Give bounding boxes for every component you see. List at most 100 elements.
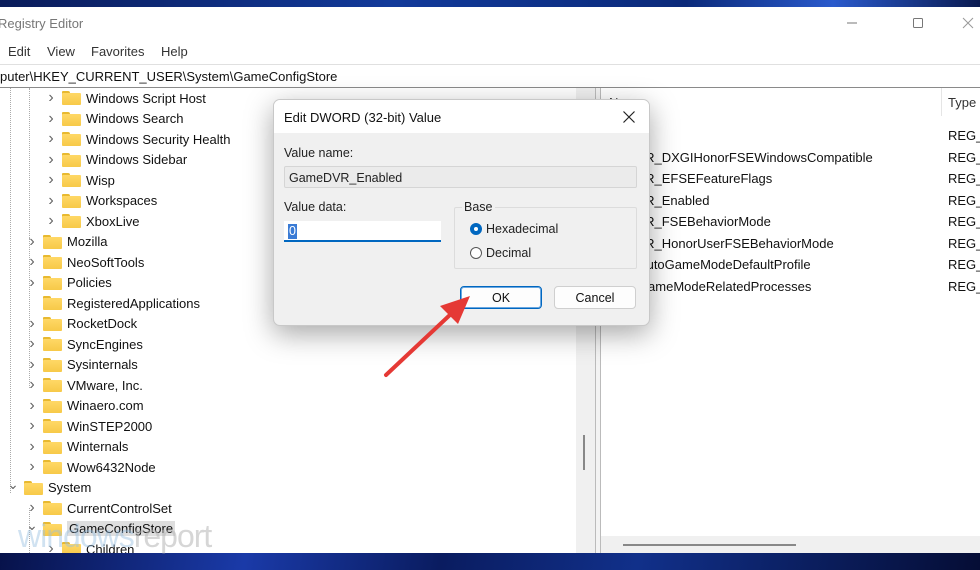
folder-icon — [43, 316, 62, 331]
radio-hexadecimal[interactable]: Hexadecimal — [470, 220, 558, 238]
tree-item-label: Winternals — [67, 439, 129, 454]
dialog-close-button[interactable] — [614, 105, 644, 129]
tree-item-label: Wisp — [86, 172, 115, 188]
chevron-right-icon[interactable]: › — [44, 110, 58, 128]
chevron-right-icon[interactable]: › — [44, 192, 58, 210]
desktop-wallpaper-top — [0, 0, 980, 7]
tree-item[interactable]: RegisteredApplications — [25, 293, 200, 313]
chevron-right-icon[interactable]: › — [25, 499, 39, 517]
chevron-right-icon[interactable]: › — [25, 458, 39, 476]
menu-view[interactable]: View — [47, 44, 75, 59]
tree-item[interactable]: › SyncEngines — [25, 334, 143, 354]
chevron-right-icon[interactable]: › — [44, 151, 58, 169]
menu-bar: Edit View Favorites Help — [0, 39, 980, 63]
list-row[interactable]: meDVR_FSEBehaviorModeREG_D — [601, 211, 980, 232]
column-separator[interactable] — [941, 88, 942, 116]
tree-item[interactable]: › Workspaces — [44, 191, 157, 211]
tree-item-label: SyncEngines — [67, 336, 143, 352]
folder-icon — [43, 460, 62, 474]
minimize-button[interactable] — [830, 11, 874, 35]
folder-icon — [43, 439, 62, 454]
tree-item[interactable]: › Winternals — [25, 437, 128, 457]
list-row[interactable]: meDVR_HonorUserFSEBehaviorModeREG_D — [601, 233, 980, 254]
tree-item[interactable]: › Mozilla — [25, 232, 107, 252]
chevron-right-icon[interactable]: › — [25, 335, 39, 353]
column-type-header[interactable]: Type — [948, 95, 976, 110]
folder-icon — [43, 357, 62, 372]
chevron-right-icon[interactable]: › — [44, 171, 58, 189]
list-row[interactable]: n32_AutoGameModeDefaultProfileREG_B — [601, 254, 980, 275]
menu-help[interactable]: Help — [161, 44, 188, 59]
radio-decimal[interactable]: Decimal — [470, 244, 531, 262]
folder-icon — [62, 111, 81, 126]
chevron-right-icon[interactable]: › — [44, 212, 58, 230]
chevron-right-icon[interactable]: › — [25, 397, 39, 415]
folder-icon — [62, 214, 81, 228]
tree-item[interactable]: › Policies — [25, 273, 111, 293]
chevron-down-icon[interactable]: ⌄ — [6, 476, 20, 493]
tree-item[interactable]: › VMware, Inc. — [25, 375, 143, 395]
tree-item[interactable]: ⌄ GameConfigStore — [25, 517, 176, 539]
chevron-right-icon[interactable]: › — [25, 438, 39, 456]
maximize-button[interactable] — [896, 11, 940, 35]
tree-item[interactable]: › Windows Sidebar — [44, 150, 187, 170]
folder-icon — [43, 337, 62, 351]
tree-item-label: Windows Sidebar — [86, 152, 188, 167]
value-type: REG_B — [948, 278, 980, 294]
ok-button[interactable]: OK — [460, 286, 542, 309]
tree-item[interactable]: › Windows Security Health — [44, 129, 230, 149]
menu-favorites[interactable]: Favorites — [91, 44, 144, 59]
chevron-right-icon[interactable]: › — [25, 233, 39, 251]
chevron-down-icon[interactable]: ⌄ — [25, 517, 39, 534]
tree-item[interactable]: › Windows Search — [44, 109, 183, 129]
list-scroll-thumb[interactable] — [623, 544, 796, 546]
tree-item[interactable]: › Children — [44, 539, 134, 553]
tree-item[interactable]: › XboxLive — [44, 211, 139, 231]
tree-item[interactable]: › Windows Script Host — [44, 88, 206, 108]
tree-item[interactable]: › RocketDock — [25, 314, 137, 334]
tree-item-label: XboxLive — [86, 213, 140, 229]
list-row[interactable]: meDVR_EFSEFeatureFlagsREG_D — [601, 168, 980, 189]
address-bar[interactable]: puter\HKEY_CURRENT_USER\System\GameConfi… — [0, 64, 980, 89]
value-data-label: Value data: — [284, 200, 347, 214]
tree-guide-line — [29, 88, 30, 238]
close-icon — [623, 111, 635, 123]
value-type: REG_S — [948, 128, 980, 143]
folder-icon — [62, 152, 81, 167]
value-data-input[interactable] — [284, 221, 441, 242]
tree-item[interactable]: › Wow6432Node — [25, 457, 155, 477]
tree-item[interactable]: › Wisp — [44, 170, 115, 190]
chevron-right-icon[interactable]: › — [25, 274, 39, 292]
chevron-right-icon[interactable]: › — [25, 376, 39, 394]
tree-item[interactable]: › CurrentControlSet — [25, 498, 171, 518]
chevron-right-icon[interactable]: › — [44, 540, 58, 553]
chevron-right-icon[interactable]: › — [44, 89, 58, 107]
maximize-icon — [913, 18, 923, 28]
tree-item[interactable]: › Winaero.com — [25, 396, 143, 416]
tree-item[interactable]: › Sysinternals — [25, 355, 137, 375]
cancel-button[interactable]: Cancel — [554, 286, 636, 309]
tree-item[interactable]: › NeoSoftTools — [25, 252, 144, 272]
tree-item-label: VMware, Inc. — [67, 377, 143, 393]
chevron-right-icon[interactable]: › — [44, 130, 58, 148]
list-row[interactable]: meDVR_EnabledREG_D — [601, 190, 980, 211]
folder-icon — [43, 296, 62, 310]
list-horizontal-scrollbar[interactable] — [601, 536, 980, 553]
dialog-title: Edit DWORD (32-bit) Value — [284, 110, 442, 125]
base-label: Base — [462, 200, 495, 214]
title-bar: Registry Editor — [0, 7, 980, 39]
list-row[interactable]: meDVR_DXGIHonorFSEWindowsCompatibleREG_D — [601, 147, 980, 168]
tree-item[interactable]: ⌄ System — [6, 476, 91, 498]
chevron-right-icon[interactable]: › — [25, 356, 39, 374]
chevron-right-icon[interactable]: › — [25, 253, 39, 271]
list-row[interactable]: n32_GameModeRelatedProcessesREG_B — [601, 276, 980, 297]
close-window-button[interactable] — [946, 11, 980, 35]
chevron-right-icon[interactable]: › — [25, 417, 39, 435]
list-row[interactable]: fault)REG_S — [601, 125, 980, 146]
tree-item[interactable]: › WinSTEP2000 — [25, 416, 152, 436]
value-type: REG_D — [948, 192, 980, 208]
menu-edit[interactable]: Edit — [8, 44, 30, 59]
tree-scroll-thumb[interactable] — [583, 435, 585, 470]
desktop-wallpaper-bottom — [0, 553, 980, 570]
chevron-right-icon[interactable]: › — [25, 315, 39, 333]
